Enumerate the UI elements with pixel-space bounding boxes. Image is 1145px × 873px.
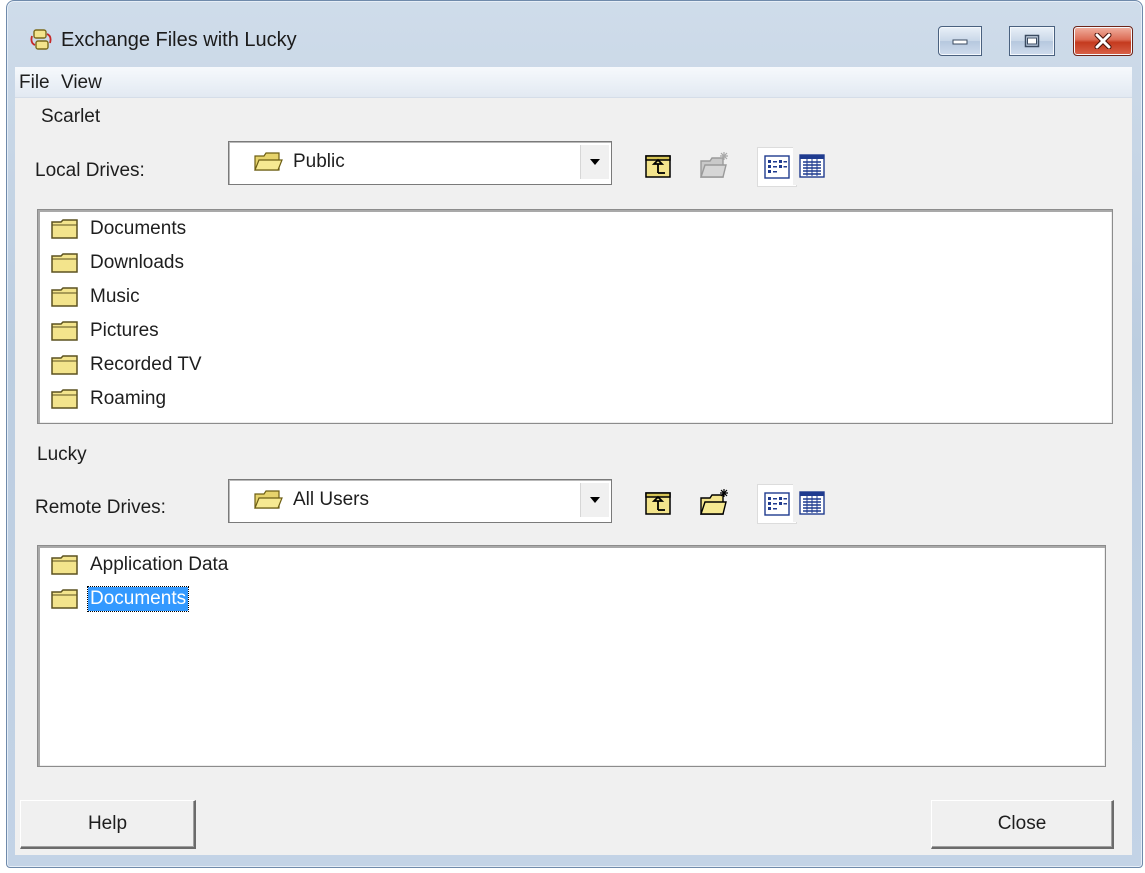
folder-icon	[51, 355, 78, 375]
folder-icon	[51, 555, 78, 575]
folder-icon	[51, 219, 78, 239]
folder-icon	[51, 321, 78, 341]
remote-list-view-button[interactable]	[757, 484, 797, 524]
remote-details-view-button[interactable]	[793, 484, 831, 522]
open-folder-icon	[254, 490, 283, 509]
maximize-button[interactable]	[1009, 26, 1055, 56]
list-item-label: Roaming	[90, 388, 167, 409]
remote-selected-drive: All Users	[293, 489, 370, 510]
title-bar[interactable]: Exchange Files with Lucky	[7, 1, 1142, 67]
local-up-folder-button[interactable]	[639, 147, 677, 185]
folder-icon	[51, 253, 78, 273]
menu-view[interactable]: View	[61, 72, 102, 94]
local-selected-drive: Public	[293, 151, 345, 172]
details-view-icon	[799, 154, 825, 178]
new-folder-icon	[700, 489, 728, 515]
list-item-label: Recorded TV	[90, 354, 202, 375]
folder-icon	[51, 389, 78, 409]
list-item-label: Downloads	[90, 252, 184, 273]
list-item[interactable]: Documents	[50, 214, 188, 244]
list-item[interactable]: Roaming	[50, 384, 168, 414]
details-view-icon	[799, 491, 825, 515]
folder-icon	[51, 589, 78, 609]
new-folder-icon	[700, 152, 728, 178]
window-close-button[interactable]	[1073, 26, 1133, 56]
list-item[interactable]: Application Data	[50, 550, 230, 580]
menu-file[interactable]: File	[19, 72, 50, 94]
remote-new-folder-button[interactable]	[695, 484, 733, 522]
list-item-label: Documents	[86, 586, 190, 612]
remote-up-folder-button[interactable]	[639, 484, 677, 522]
local-drives-dropdown[interactable]: Public	[228, 141, 612, 185]
list-item-label: Music	[90, 286, 140, 307]
list-item[interactable]: Music	[50, 282, 142, 312]
up-folder-icon	[645, 155, 671, 178]
local-new-folder-button[interactable]	[695, 147, 733, 185]
remote-host-name: Lucky	[37, 444, 87, 465]
window-title: Exchange Files with Lucky	[61, 29, 297, 51]
list-view-icon	[764, 155, 790, 179]
close-icon	[1094, 33, 1112, 49]
chevron-down-icon	[590, 497, 600, 503]
local-dropdown-arrow[interactable]	[580, 145, 609, 179]
chevron-down-icon	[590, 159, 600, 165]
list-item-label: Pictures	[90, 320, 159, 341]
list-item[interactable]: Downloads	[50, 248, 186, 278]
list-item-selected[interactable]: Documents	[50, 584, 190, 614]
minimize-button[interactable]	[938, 26, 982, 56]
list-item-label: Documents	[90, 218, 187, 239]
client-area: File View Scarlet Local Drives: Public D…	[15, 67, 1132, 855]
local-details-view-button[interactable]	[793, 147, 831, 185]
list-view-icon	[764, 492, 790, 516]
remote-dropdown-arrow[interactable]	[580, 483, 609, 517]
main-window: Exchange Files with Lucky File View Scar…	[6, 0, 1143, 868]
minimize-icon	[952, 39, 968, 45]
up-folder-icon	[645, 492, 671, 515]
remote-drives-label: Remote Drives:	[35, 497, 166, 518]
help-button[interactable]: Help	[20, 800, 196, 849]
folder-icon	[51, 287, 78, 307]
remote-file-list[interactable]: Application Data Documents	[37, 545, 1106, 767]
close-button[interactable]: Close	[931, 800, 1114, 849]
menu-bar: File View	[15, 67, 1132, 98]
remote-drives-dropdown[interactable]: All Users	[228, 479, 612, 523]
local-file-list[interactable]: Documents Downloads Music Pictures Recor…	[37, 209, 1113, 424]
list-item[interactable]: Recorded TV	[50, 350, 204, 380]
maximize-icon	[1024, 34, 1040, 48]
local-list-view-button[interactable]	[757, 147, 797, 187]
local-drives-label: Local Drives:	[35, 160, 145, 181]
local-host-name: Scarlet	[41, 106, 101, 127]
list-item[interactable]: Pictures	[50, 316, 161, 346]
open-folder-icon	[254, 152, 283, 171]
list-item-label: Application Data	[90, 554, 229, 575]
exchange-app-icon	[30, 29, 52, 50]
